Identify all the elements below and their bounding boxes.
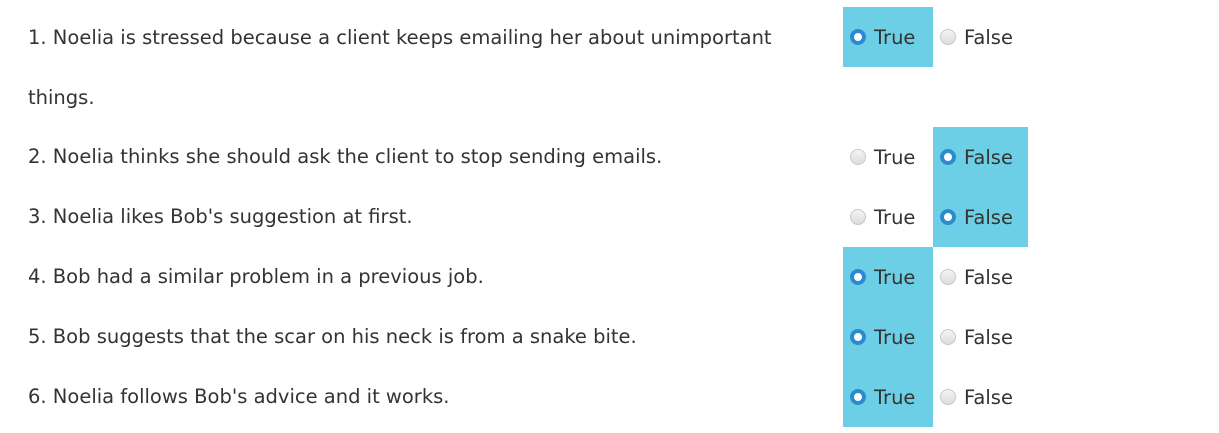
- false-label: False: [964, 325, 1013, 349]
- radio-button-unchecked-icon[interactable]: [940, 389, 956, 405]
- question-3-false-option[interactable]: False: [933, 187, 1028, 247]
- question-2-false-option[interactable]: False: [933, 127, 1028, 187]
- question-1-false-option[interactable]: False: [933, 7, 1028, 67]
- radio-button-checked-icon[interactable]: [940, 149, 956, 165]
- question-5-false-option[interactable]: False: [933, 307, 1028, 367]
- true-label: True: [874, 325, 916, 349]
- radio-button-checked-icon[interactable]: [850, 329, 866, 345]
- radio-button-unchecked-icon[interactable]: [940, 329, 956, 345]
- true-label: True: [874, 205, 916, 229]
- false-label: False: [964, 205, 1013, 229]
- radio-button-unchecked-icon[interactable]: [850, 149, 866, 165]
- radio-button-checked-icon[interactable]: [850, 389, 866, 405]
- question-1-true-option[interactable]: True: [843, 7, 933, 67]
- question-4-text: 4. Bob had a similar problem in a previo…: [28, 265, 484, 288]
- false-label: False: [964, 385, 1013, 409]
- true-label: True: [874, 145, 916, 169]
- question-5-true-option[interactable]: True: [843, 307, 933, 367]
- question-3-text: 3. Noelia likes Bob's suggestion at firs…: [28, 205, 413, 228]
- question-6-text: 6. Noelia follows Bob's advice and it wo…: [28, 385, 450, 408]
- question-2-text: 2. Noelia thinks she should ask the clie…: [28, 145, 663, 168]
- question-6-false-option[interactable]: False: [933, 367, 1028, 427]
- false-label: False: [964, 25, 1013, 49]
- question-4-true-option[interactable]: True: [843, 247, 933, 307]
- false-label: False: [964, 145, 1013, 169]
- radio-button-checked-icon[interactable]: [850, 29, 866, 45]
- radio-button-checked-icon[interactable]: [850, 269, 866, 285]
- true-label: True: [874, 385, 916, 409]
- question-6-true-option[interactable]: True: [843, 367, 933, 427]
- question-5-text: 5. Bob suggests that the scar on his nec…: [28, 325, 637, 348]
- radio-button-unchecked-icon[interactable]: [940, 269, 956, 285]
- true-label: True: [874, 265, 916, 289]
- question-3-true-option[interactable]: True: [843, 187, 933, 247]
- radio-button-checked-icon[interactable]: [940, 209, 956, 225]
- question-4-false-option[interactable]: False: [933, 247, 1028, 307]
- radio-button-unchecked-icon[interactable]: [940, 29, 956, 45]
- false-label: False: [964, 265, 1013, 289]
- radio-button-unchecked-icon[interactable]: [850, 209, 866, 225]
- true-label: True: [874, 25, 916, 49]
- question-1-text: 1. Noelia is stressed because a client k…: [28, 26, 772, 109]
- question-2-true-option[interactable]: True: [843, 127, 933, 187]
